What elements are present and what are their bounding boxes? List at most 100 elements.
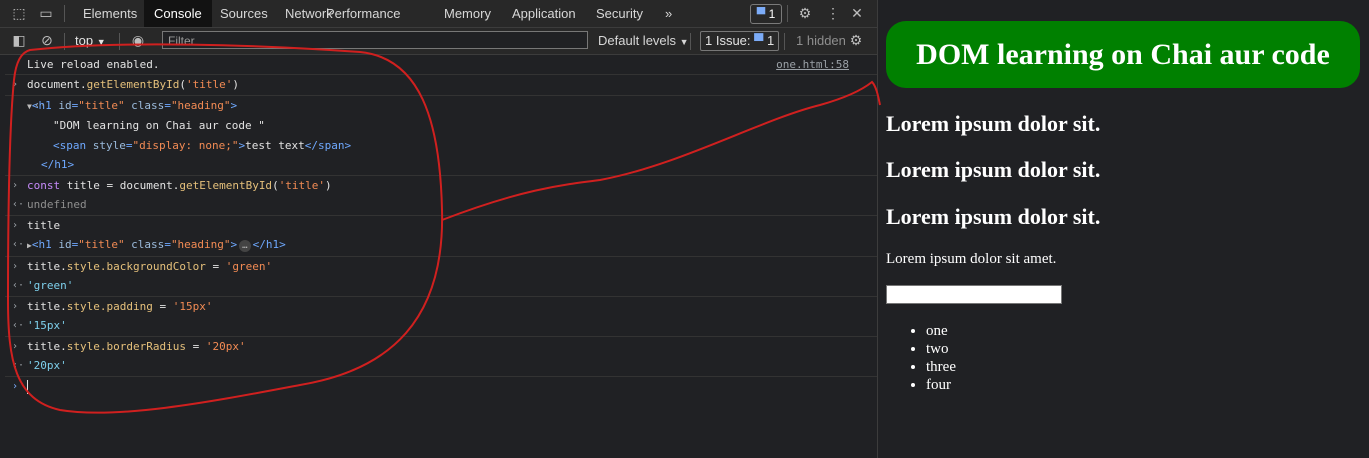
- text-input[interactable]: [886, 285, 1062, 304]
- issues-count: 1: [767, 33, 775, 48]
- issues-label: 1 Issue:: [705, 33, 751, 48]
- console-prompt[interactable]: ›: [5, 377, 877, 399]
- tab-elements[interactable]: Elements: [73, 0, 147, 27]
- attr-value: "title": [78, 238, 125, 251]
- close-icon[interactable]: ✕: [848, 5, 866, 21]
- tag-end: </h1>: [41, 158, 75, 171]
- inspect-element-icon[interactable]: ⬚: [10, 5, 28, 21]
- code-object: title.: [27, 299, 67, 313]
- lorem-heading: Lorem ipsum dolor sit.: [886, 111, 1101, 136]
- attr-value: "heading": [170, 98, 231, 112]
- console-input-row: › title.style.borderRadius = '20px': [5, 337, 877, 357]
- code-object: document.: [27, 78, 87, 91]
- messages-badge[interactable]: ▀ 1: [750, 4, 782, 24]
- tab-console[interactable]: Console: [144, 0, 212, 27]
- sidebar-toggle-icon[interactable]: ◧: [10, 32, 28, 48]
- attr-value: "title": [78, 98, 125, 112]
- code-object: title: [27, 218, 61, 232]
- divider: [784, 33, 785, 50]
- filter-input[interactable]: Filter: [162, 31, 588, 49]
- console-settings-icon[interactable]: ⚙: [847, 32, 865, 48]
- tag-close: >: [230, 98, 238, 112]
- code-object: title.: [27, 259, 67, 273]
- gear-icon[interactable]: ⚙: [796, 5, 814, 21]
- result-value: 'green': [27, 279, 74, 292]
- tab-sources[interactable]: Sources: [210, 0, 278, 27]
- console-output-row[interactable]: ‹· ▼<h1 id="title" class="heading"> "DOM…: [5, 96, 877, 176]
- code-keyword: const: [27, 178, 61, 192]
- code-paren: ): [325, 178, 332, 192]
- result-value: undefined: [27, 198, 87, 211]
- console-input-row: › const title = document.getElementById(…: [5, 176, 877, 196]
- code-method: getElementById: [86, 78, 180, 91]
- code-paren: (: [272, 178, 279, 192]
- divider: [64, 5, 65, 22]
- collapsed-ellipsis[interactable]: …: [239, 240, 251, 252]
- lorem-heading: Lorem ipsum dolor sit.: [886, 157, 1101, 182]
- tab-security[interactable]: Security: [586, 0, 653, 27]
- source-link[interactable]: one.html:58: [776, 55, 849, 75]
- tab-memory[interactable]: Memory: [434, 0, 501, 27]
- divider: [690, 33, 691, 50]
- attr-name: class: [124, 238, 165, 251]
- input-prompt-icon: ›: [12, 260, 19, 272]
- input-prompt-icon: ›: [12, 380, 19, 392]
- divider: [64, 33, 65, 50]
- code-property: style.borderRadius: [66, 339, 186, 353]
- input-prompt-icon: ›: [12, 300, 19, 312]
- code-paren: (: [179, 78, 186, 91]
- input-prompt-icon: ›: [12, 219, 19, 231]
- page-heading: DOM learning on Chai aur code: [886, 21, 1360, 88]
- console-input-row: › title.style.padding = '15px': [5, 297, 877, 317]
- console-toolbar: ◧ ⊘ top ▼ ◉ Filter Default levels ▼ 1 Is…: [0, 28, 877, 55]
- context-label: top: [75, 33, 94, 48]
- tag-end: </span>: [304, 138, 352, 152]
- item-list: one two three four: [908, 322, 956, 394]
- attr-name: id: [58, 98, 72, 112]
- input-prompt-icon: ›: [12, 179, 19, 191]
- code-string: 'title': [278, 178, 326, 192]
- span-text: test text: [245, 138, 305, 152]
- page-preview: DOM learning on Chai aur code Lorem ipsu…: [878, 0, 1369, 458]
- result-arrow-icon: ‹·: [12, 199, 25, 210]
- tab-application[interactable]: Application: [502, 0, 586, 27]
- message-icon: ▀: [756, 7, 769, 21]
- result-arrow-icon: ‹·: [34, 99, 47, 111]
- console-output-row: ‹· 'green': [5, 276, 877, 297]
- result-value: '20px': [27, 359, 67, 372]
- hidden-count: 1 hidden: [796, 33, 846, 48]
- console-input-row: › title: [5, 216, 877, 236]
- context-selector[interactable]: top ▼: [75, 33, 106, 48]
- attr-value: "heading": [170, 238, 231, 251]
- devtools-tab-bar: ⬚ ▭ Elements Console Sources Network Per…: [0, 0, 877, 28]
- result-arrow-icon: ‹·: [12, 280, 25, 291]
- device-toolbar-icon[interactable]: ▭: [37, 5, 55, 21]
- list-item: four: [926, 376, 956, 394]
- list-item: two: [926, 340, 956, 358]
- more-tabs-button[interactable]: »: [655, 0, 682, 27]
- attr-name: style: [92, 138, 126, 152]
- result-value: '15px': [27, 319, 67, 332]
- code-paren: ): [232, 78, 239, 91]
- issues-button[interactable]: 1 Issue: ▀ 1: [700, 31, 780, 51]
- input-prompt-icon: ›: [12, 79, 19, 90]
- lorem-paragraph: Lorem ipsum dolor sit amet.: [886, 251, 1057, 267]
- messages-count: 1: [768, 7, 776, 21]
- eye-icon[interactable]: ◉: [129, 32, 147, 48]
- more-options-icon[interactable]: ⋮: [824, 5, 842, 21]
- result-arrow-icon: ‹·: [12, 320, 25, 331]
- tab-performance[interactable]: Performance: [316, 0, 410, 27]
- lorem-heading: Lorem ipsum dolor sit.: [886, 204, 1101, 229]
- clear-console-icon[interactable]: ⊘: [38, 32, 56, 48]
- divider: [119, 33, 120, 50]
- log-levels-label: Default levels: [598, 33, 677, 48]
- console-input-row: › document.getElementById('title'): [5, 75, 877, 96]
- console-output[interactable]: Live reload enabled. one.html:58 › docum…: [5, 55, 877, 458]
- attr-name: id: [58, 238, 72, 251]
- issue-icon: ▀: [754, 33, 764, 48]
- code-string: '20px': [205, 339, 246, 353]
- devtools-panel: ⬚ ▭ Elements Console Sources Network Per…: [0, 0, 878, 458]
- console-output-row[interactable]: ‹· ▶<h1 id="title" class="heading">… </h1…: [5, 235, 877, 257]
- log-levels-dropdown[interactable]: Default levels ▼: [598, 33, 689, 48]
- code-operator: =: [152, 299, 173, 313]
